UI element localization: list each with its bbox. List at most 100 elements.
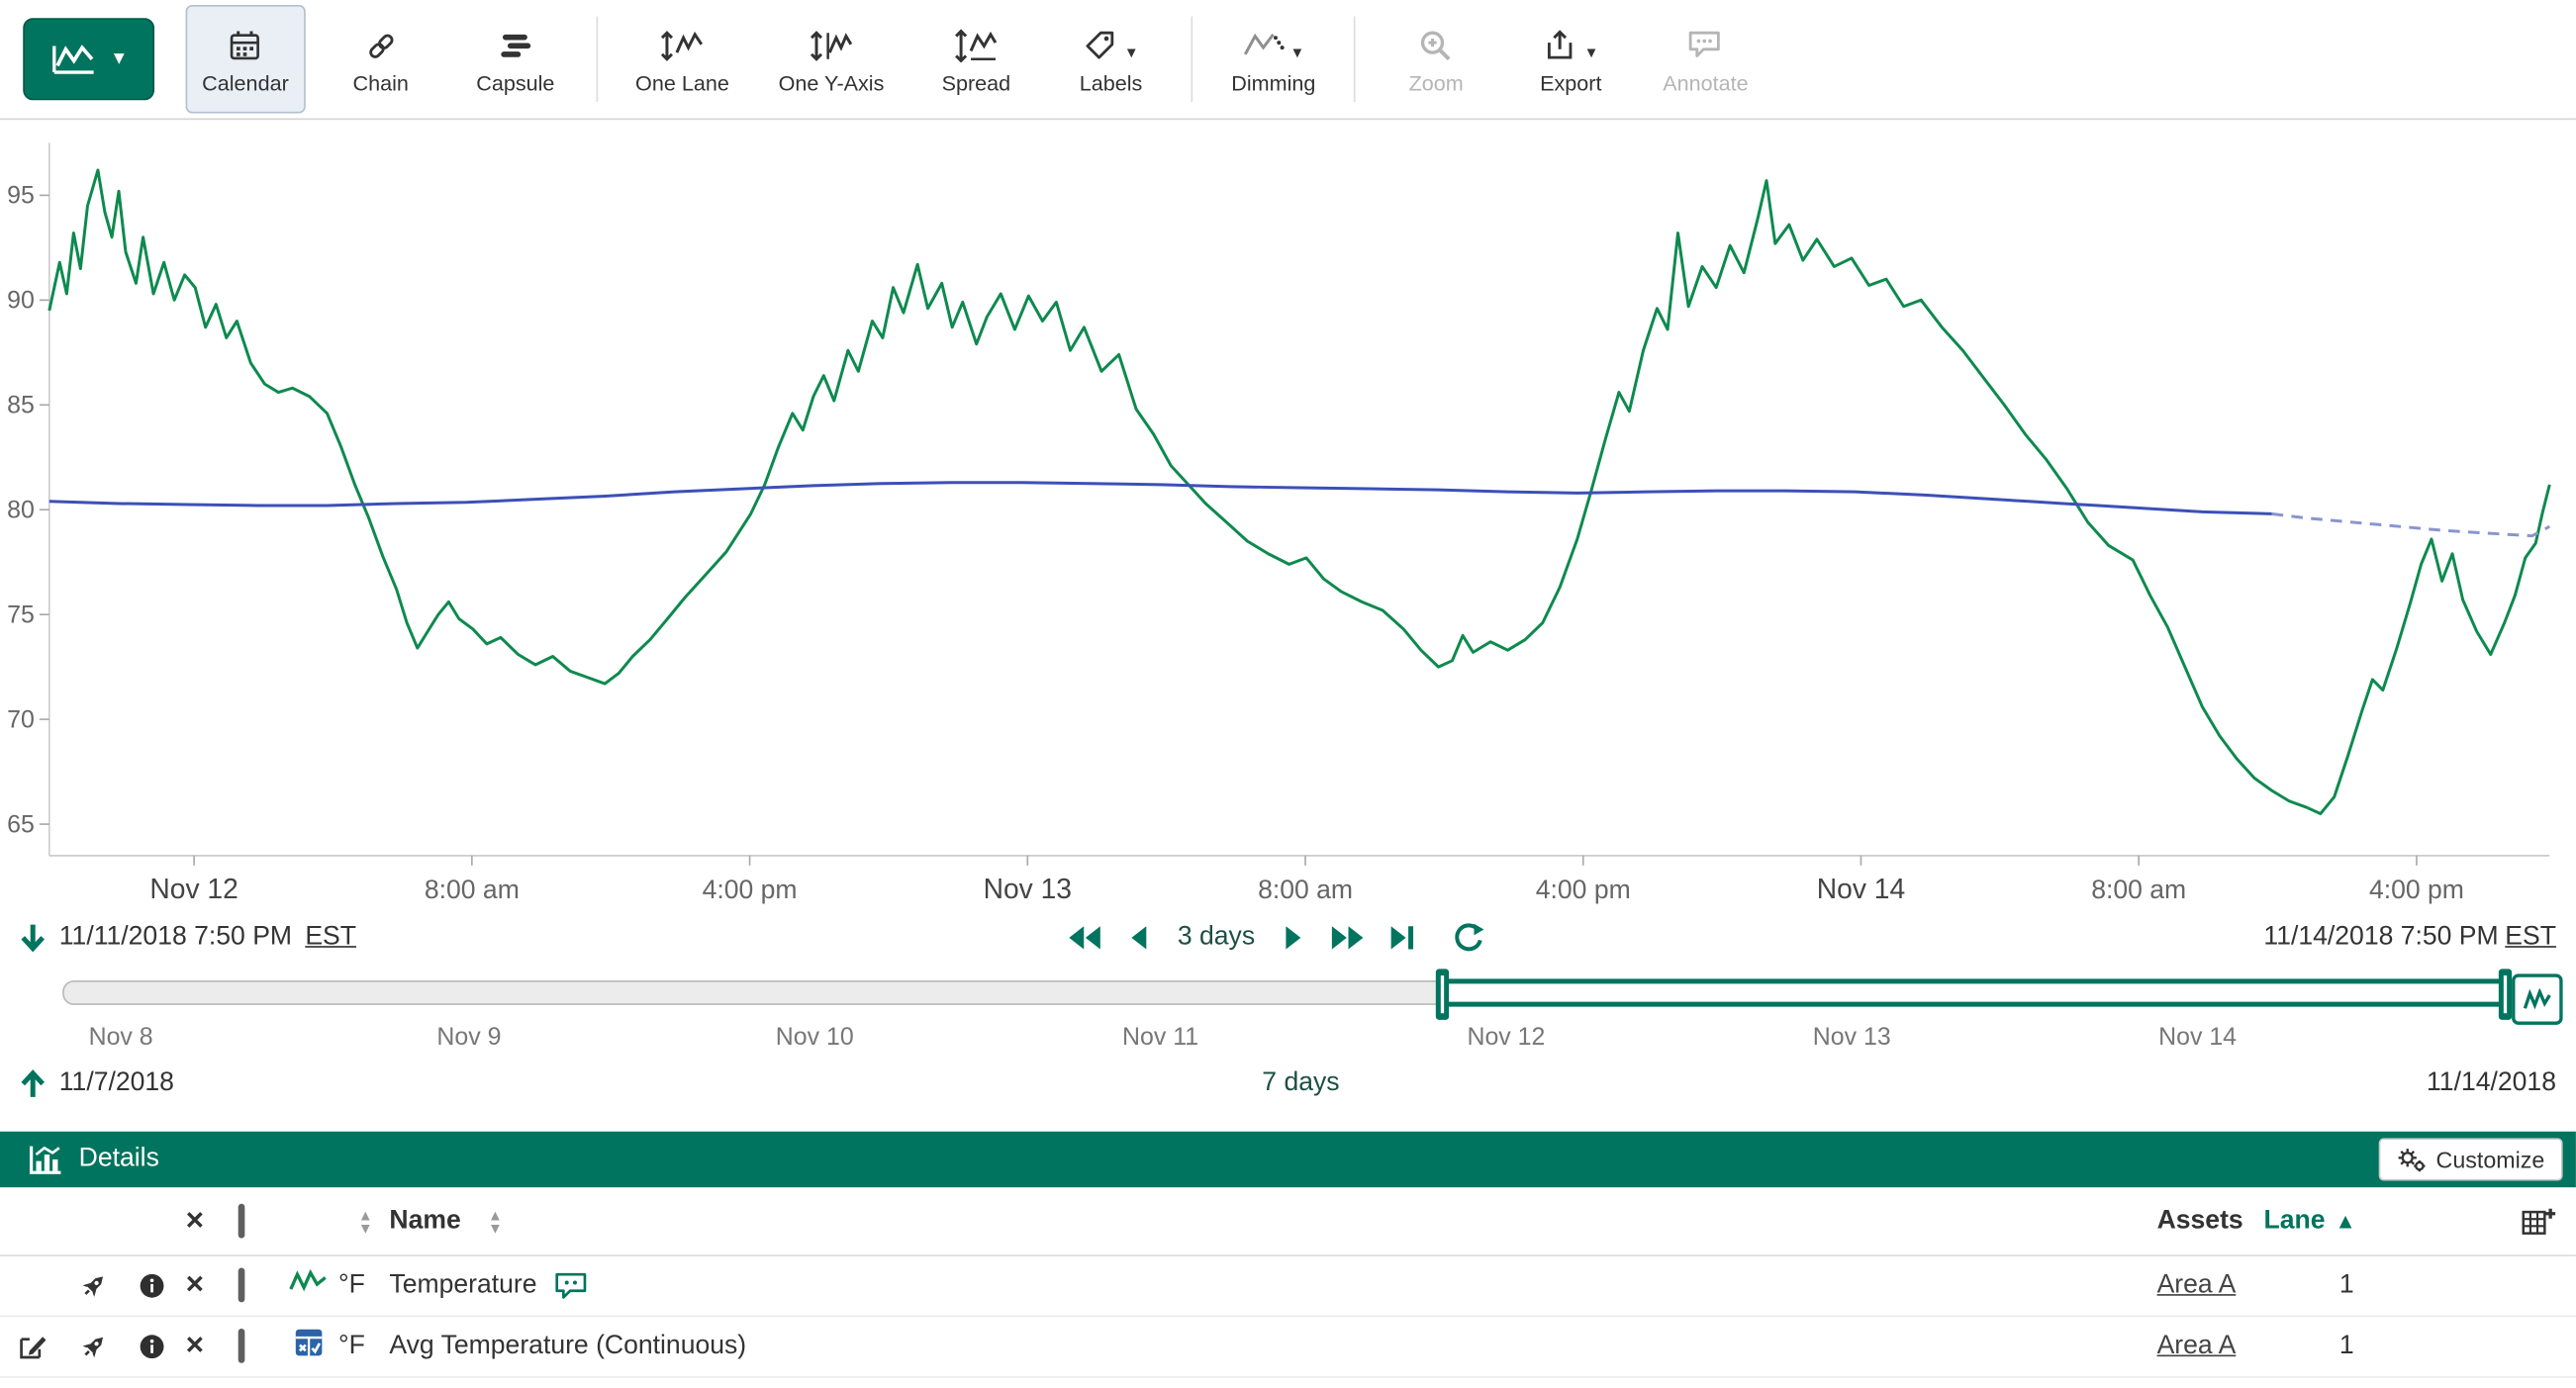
x-tick-label: 8:00 am: [425, 875, 520, 904]
x-tick-label: 8:00 am: [2091, 875, 2186, 904]
toolbar-button-dimming[interactable]: ▼ Dimming: [1214, 5, 1333, 114]
info-icon[interactable]: [138, 1272, 165, 1300]
slider-date-label: Nov 12: [1467, 1023, 1545, 1051]
chevron-down-icon: ▼: [1124, 45, 1139, 61]
display-range-end[interactable]: 11/14/2018 7:50 PM EST: [2263, 923, 2556, 953]
seeq-trend-view: ▼ Calendar: [0, 0, 2576, 1388]
investigate-end-text[interactable]: 11/14/2018: [2427, 1069, 2556, 1099]
item-name-cell[interactable]: Avg Temperature (Continuous): [389, 1332, 746, 1361]
lane-value: 1: [2339, 1271, 2354, 1301]
investigate-range-controls: 11/7/2018 7 days 11/14/2018: [0, 1069, 2576, 1109]
toolbar-divider: [1354, 17, 1356, 102]
display-range-start[interactable]: 11/11/2018 7:50 PM EST: [20, 923, 356, 953]
step-back-button[interactable]: [1126, 923, 1149, 953]
x-tick-label: Nov 12: [149, 873, 238, 904]
customize-label: Customize: [2436, 1147, 2545, 1173]
y-tick-label: 85: [7, 392, 35, 419]
trend-chart-svg[interactable]: 65707580859095Nov 128:00 am4:00 pmNov 13…: [0, 120, 2576, 908]
toolbar-button-calendar[interactable]: Calendar: [186, 5, 306, 114]
details-chart-icon: [30, 1145, 62, 1174]
step-forward-half-button[interactable]: [1327, 923, 1367, 953]
unit-label: °F: [338, 1332, 365, 1361]
sort-icon[interactable]: ▲▼: [488, 1208, 503, 1235]
toolbar-button-capsule[interactable]: Capsule: [456, 5, 575, 114]
item-name: Avg Temperature (Continuous): [389, 1332, 746, 1361]
asset-swap-icon[interactable]: [79, 1332, 109, 1361]
edit-icon[interactable]: [17, 1331, 48, 1362]
slider-date-label: Nov 11: [1122, 1023, 1198, 1051]
toolbar-button-export[interactable]: ▼ Export: [1512, 5, 1631, 114]
column-header-name[interactable]: Name: [389, 1206, 460, 1236]
spread-icon: [955, 23, 998, 68]
annotation-bubble-icon[interactable]: [553, 1271, 588, 1301]
y-tick-label: 80: [7, 497, 35, 524]
asset-link[interactable]: Area A: [2157, 1271, 2237, 1301]
investigate-start-text: 11/7/2018: [59, 1069, 174, 1099]
select-all-checkbox[interactable]: [239, 1206, 245, 1236]
column-header-lane[interactable]: Lane▲: [2263, 1206, 2355, 1236]
refresh-button[interactable]: [1452, 921, 1484, 954]
one-lane-icon: [661, 23, 704, 68]
item-name-cell[interactable]: Temperature: [389, 1271, 588, 1301]
table-row[interactable]: × °F Temperature Area A 1: [0, 1256, 2576, 1317]
toolbar-button-labels[interactable]: ▼ Labels: [1052, 5, 1171, 114]
y-tick-label: 90: [7, 287, 35, 315]
toolbar-button-chain[interactable]: Chain: [322, 5, 440, 114]
toolbar-button-label: Dimming: [1231, 70, 1315, 95]
remove-item-icon[interactable]: ×: [186, 1334, 204, 1360]
slider-date-label: Nov 10: [776, 1023, 854, 1051]
toolbar-button-label: Zoom: [1409, 70, 1464, 95]
toolbar-button-spread[interactable]: Spread: [917, 5, 1036, 114]
view-selector-button[interactable]: ▼: [23, 18, 154, 100]
auto-update-button[interactable]: [2512, 973, 2562, 1024]
toolbar-button-one-lane[interactable]: One Lane: [619, 5, 745, 114]
trend-chart[interactable]: 65707580859095Nov 128:00 am4:00 pmNov 13…: [0, 120, 2576, 908]
details-table-header: × ▲▼ Name ▲▼ Assets Lane▲: [0, 1187, 2576, 1256]
add-column-icon[interactable]: [2520, 1205, 2556, 1238]
arrow-down-icon: [20, 923, 47, 953]
toolbar-button-annotate[interactable]: Annotate: [1647, 5, 1765, 114]
column-header-assets[interactable]: Assets: [2157, 1206, 2243, 1236]
timezone-link[interactable]: EST: [2505, 923, 2556, 953]
info-icon[interactable]: [138, 1333, 165, 1360]
export-icon: [1543, 28, 1579, 64]
step-forward-button[interactable]: [1283, 923, 1305, 953]
chevron-down-icon: ▼: [110, 49, 128, 69]
selection-left-handle[interactable]: [1436, 969, 1449, 1019]
step-to-end-button[interactable]: [1388, 923, 1418, 953]
toolbar-button-one-y-axis[interactable]: One Y-Axis: [762, 5, 901, 114]
avg-temperature-series-forecast[interactable]: [2272, 513, 2550, 535]
asset-swap-icon[interactable]: [79, 1271, 109, 1301]
chain-icon: [362, 23, 399, 68]
display-range-selection[interactable]: [1443, 978, 2505, 1006]
chevron-down-icon: ▼: [1289, 45, 1304, 61]
selection-right-handle[interactable]: [2498, 969, 2511, 1019]
row-checkbox[interactable]: [239, 1271, 245, 1301]
trend-chart-icon: [49, 40, 99, 79]
display-duration[interactable]: 3 days: [1178, 923, 1255, 953]
customize-button[interactable]: Customize: [2378, 1138, 2562, 1180]
investigate-range-start[interactable]: 11/7/2018: [20, 1069, 174, 1099]
refresh-icon: [1452, 921, 1484, 954]
avg-temperature-series-line[interactable]: [49, 483, 2272, 514]
toolbar-divider: [1192, 17, 1193, 102]
asset-link[interactable]: Area A: [2157, 1332, 2237, 1361]
remove-all-icon[interactable]: ×: [186, 1208, 204, 1235]
remove-item-icon[interactable]: ×: [186, 1273, 204, 1300]
step-back-half-button[interactable]: [1066, 923, 1105, 953]
temperature-series-line[interactable]: [49, 170, 2550, 814]
x-tick-label: 4:00 pm: [2369, 875, 2464, 904]
gears-icon: [2397, 1147, 2427, 1173]
investigate-axis-labels: Nov 8Nov 9Nov 10Nov 11Nov 12Nov 13Nov 14: [62, 1023, 2497, 1053]
capsule-icon: [498, 23, 534, 68]
x-tick-label: Nov 13: [984, 873, 1072, 904]
sort-icon[interactable]: ▲▼: [358, 1208, 373, 1235]
toolbar-button-zoom[interactable]: Zoom: [1377, 5, 1495, 114]
table-row[interactable]: × °F Avg Temperature (Continuous) Area A…: [0, 1317, 2576, 1377]
investigate-duration[interactable]: 7 days: [1262, 1069, 1339, 1099]
one-y-axis-icon: [810, 23, 852, 68]
timezone-link[interactable]: EST: [305, 923, 356, 953]
chevron-down-icon: ▼: [1584, 45, 1599, 61]
lane-value: 1: [2339, 1332, 2354, 1361]
row-checkbox[interactable]: [239, 1332, 245, 1361]
